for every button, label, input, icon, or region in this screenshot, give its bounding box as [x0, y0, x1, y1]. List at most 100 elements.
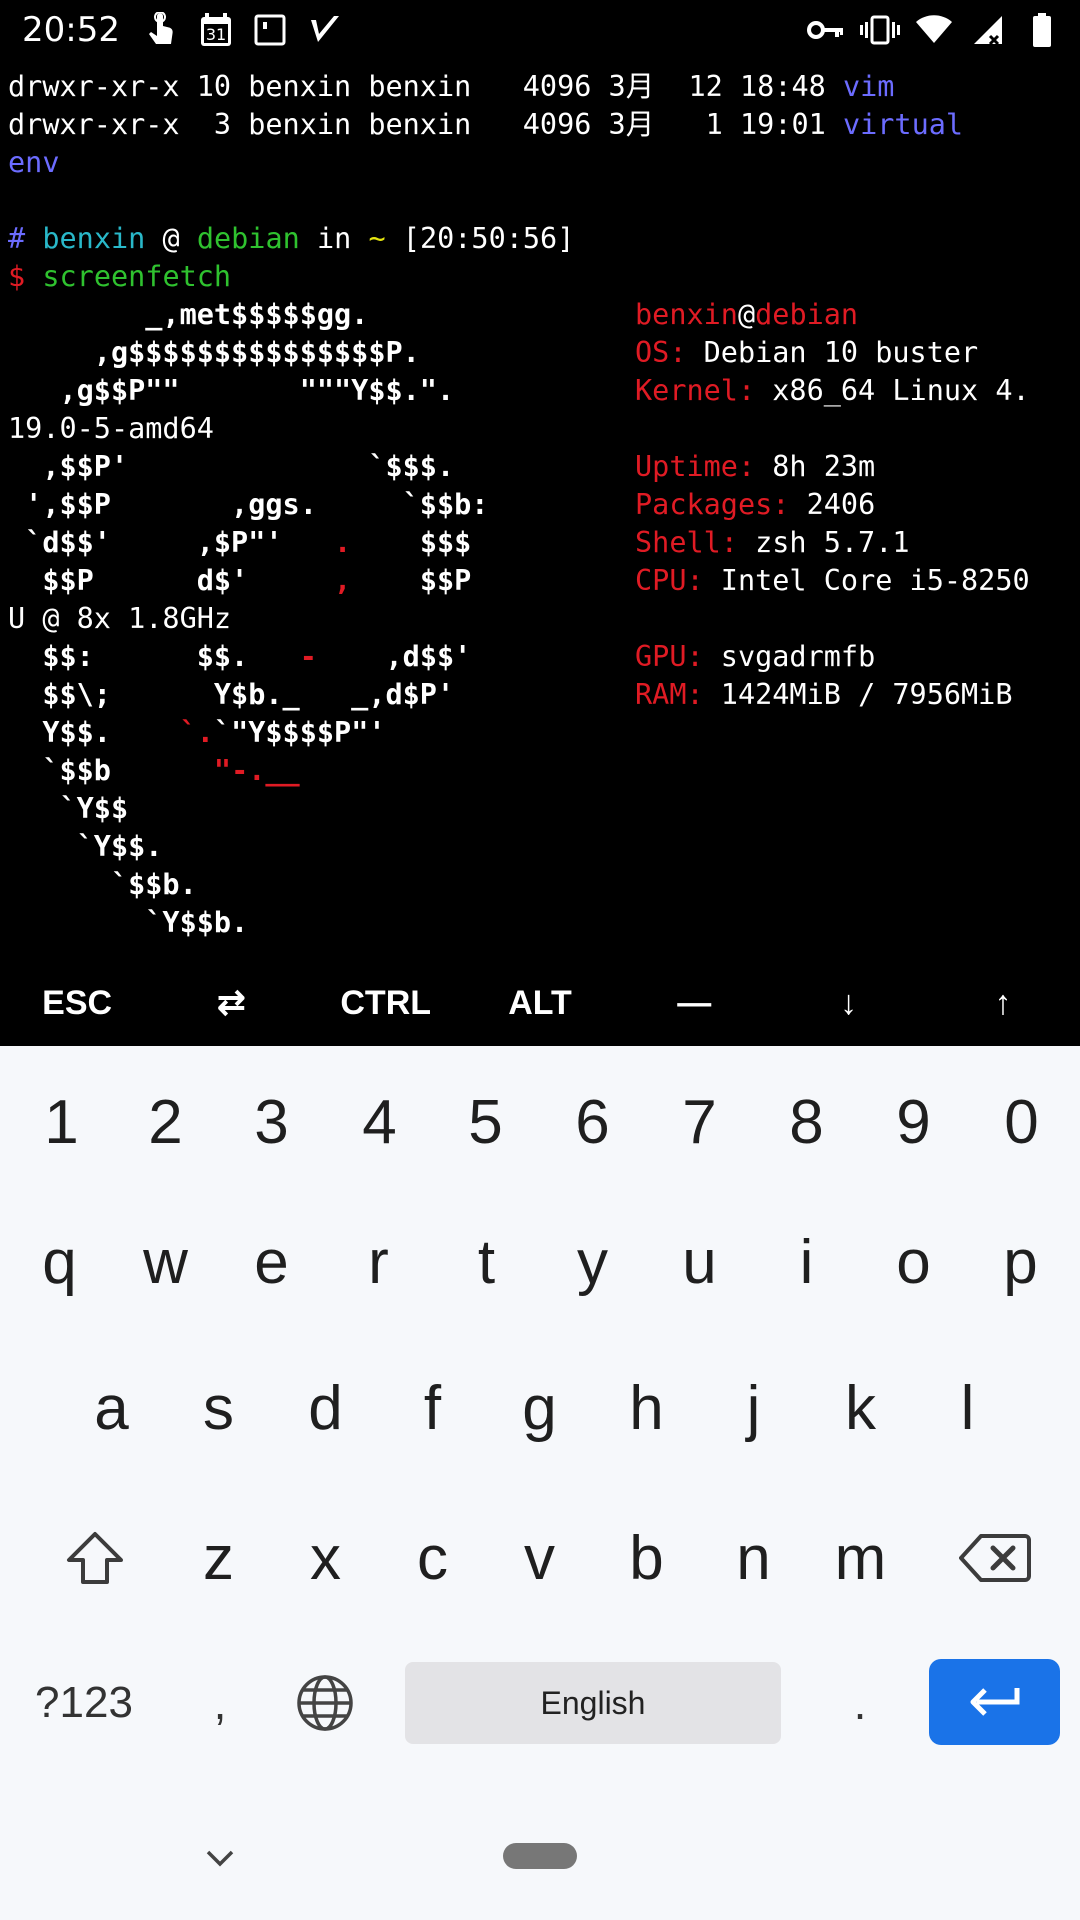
logo-line: $$\; Y$b._ _,d$P'	[8, 678, 455, 711]
status-bar: 20:52 31	[0, 0, 1080, 60]
space-bar[interactable]: English	[405, 1662, 781, 1744]
globe-icon	[297, 1675, 353, 1731]
dir-name: vim	[842, 70, 895, 103]
key-b[interactable]: b	[603, 1484, 690, 1632]
prompt-line: # benxin @ debian in ~ [20:50:56]	[8, 222, 575, 255]
notification-icons: 31	[142, 10, 344, 50]
calendar-day: 31	[206, 25, 226, 44]
ctrl-key[interactable]: CTRL	[309, 960, 463, 1046]
logo-line: ',$$P ,ggs. `$$b:	[8, 488, 489, 521]
key-m[interactable]: m	[817, 1484, 904, 1632]
logo-line: `$$b.	[8, 868, 197, 901]
signal-icon	[968, 10, 1008, 50]
key-u[interactable]: u	[656, 1188, 743, 1336]
key-y[interactable]: y	[549, 1188, 636, 1336]
key-w[interactable]: w	[122, 1188, 209, 1336]
key-h[interactable]: h	[603, 1334, 690, 1482]
period-key[interactable]: .	[820, 1662, 900, 1744]
home-gesture-handle[interactable]	[503, 1843, 577, 1869]
logo-line: `Y$$	[8, 792, 129, 825]
letter-row-2: a s d f g h j k l	[0, 1334, 1080, 1482]
tab-key[interactable]: ⇄	[154, 960, 308, 1046]
symbols-key[interactable]: ?123	[24, 1662, 144, 1744]
info-ram: RAM: 1424MiB / 7956MiB	[635, 678, 1013, 711]
key-k[interactable]: k	[817, 1334, 904, 1482]
logo-line: $$: $$. - ,d$$'	[8, 640, 472, 673]
battery-icon	[1022, 10, 1062, 50]
key-v[interactable]: v	[496, 1484, 583, 1632]
logo-line: `$$b "-.__	[8, 754, 300, 787]
info-cpu: CPU: Intel Core i5-8250	[635, 564, 1030, 597]
key-j[interactable]: j	[710, 1334, 797, 1482]
key-o[interactable]: o	[870, 1188, 957, 1336]
key-i[interactable]: i	[763, 1188, 850, 1336]
calendar-icon: 31	[196, 10, 236, 50]
key-q[interactable]: q	[16, 1188, 103, 1336]
key-0[interactable]: 0	[978, 1048, 1065, 1196]
key-9[interactable]: 9	[870, 1048, 957, 1196]
enter-key[interactable]	[929, 1659, 1060, 1745]
logo-line: `Y$$.	[8, 830, 163, 863]
key-n[interactable]: n	[710, 1484, 797, 1632]
backspace-key[interactable]	[940, 1484, 1050, 1632]
alt-key[interactable]: ALT	[463, 960, 617, 1046]
vibrate-icon	[860, 10, 900, 50]
logo-line: `d$$' ,$P"' . $$$	[8, 526, 472, 559]
key-l[interactable]: l	[924, 1334, 1011, 1482]
prompt-host: debian	[196, 222, 300, 255]
esc-key[interactable]: ESC	[0, 960, 154, 1046]
key-x[interactable]: x	[282, 1484, 369, 1632]
key-g[interactable]: g	[496, 1334, 583, 1482]
key-d[interactable]: d	[282, 1334, 369, 1482]
logo-line: $$P d$' , $$P	[8, 564, 472, 597]
key-8[interactable]: 8	[763, 1048, 850, 1196]
arrow-down-key[interactable]: ↓	[771, 960, 925, 1046]
kernel-wrap-line: 19.0-5-amd64	[8, 412, 214, 445]
key-3[interactable]: 3	[228, 1048, 315, 1196]
command-text: screenfetch	[42, 260, 232, 293]
key-6[interactable]: 6	[549, 1048, 636, 1196]
app-square-icon	[250, 10, 290, 50]
key-r[interactable]: r	[335, 1188, 422, 1336]
system-icons	[806, 10, 1062, 50]
logo-line: ,g$$P"" """Y$$.".	[8, 374, 455, 407]
language-key[interactable]	[290, 1662, 360, 1744]
key-4[interactable]: 4	[336, 1048, 423, 1196]
key-p[interactable]: p	[977, 1188, 1064, 1336]
key-e[interactable]: e	[228, 1188, 315, 1336]
wifi-icon	[914, 10, 954, 50]
letter-row-3: z x c v b n m	[0, 1484, 1080, 1632]
extra-keys-row: ESC ⇄ CTRL ALT — ↓ ↑	[0, 960, 1080, 1046]
key-a[interactable]: a	[68, 1334, 155, 1482]
terminal-output[interactable]: drwxr-xr-x 10 benxin benxin 4096 3月 12 1…	[0, 68, 1080, 952]
key-z[interactable]: z	[175, 1484, 262, 1632]
logo-line: `Y$$b.	[8, 906, 249, 939]
shift-key[interactable]	[40, 1484, 150, 1632]
shift-icon	[67, 1532, 123, 1584]
command-line: $ screenfetch	[8, 260, 232, 293]
key-5[interactable]: 5	[442, 1048, 529, 1196]
info-gpu: GPU: svgadrmfb	[635, 640, 876, 673]
arrow-up-key[interactable]: ↑	[926, 960, 1080, 1046]
dir-name: virtual	[842, 108, 964, 141]
ls-line-vim: drwxr-xr-x 10 benxin benxin 4096 3月 12 1…	[8, 70, 895, 103]
prompt-user: benxin	[42, 222, 146, 255]
ls-line-virtualenv: drwxr-xr-x 3 benxin benxin 4096 3月 1 19:…	[8, 108, 964, 141]
cpu-wrap-line: U @ 8x 1.8GHz	[8, 602, 232, 635]
dash-key[interactable]: —	[617, 960, 771, 1046]
key-2[interactable]: 2	[122, 1048, 209, 1196]
key-f[interactable]: f	[389, 1334, 476, 1482]
key-c[interactable]: c	[389, 1484, 476, 1632]
ls-line-wrap: env	[8, 146, 60, 179]
logo-line: Y$$. `.`"Y$$$$P"'	[8, 716, 386, 749]
hide-keyboard-button[interactable]	[200, 1838, 240, 1878]
key-s[interactable]: s	[175, 1334, 262, 1482]
key-t[interactable]: t	[443, 1188, 530, 1336]
number-row: 1 2 3 4 5 6 7 8 9 0	[0, 1048, 1080, 1196]
touch-icon	[142, 10, 182, 50]
key-1[interactable]: 1	[18, 1048, 105, 1196]
comma-key[interactable]: ,	[180, 1662, 260, 1744]
key-7[interactable]: 7	[656, 1048, 743, 1196]
enter-icon	[970, 1688, 1019, 1716]
backspace-icon	[959, 1534, 1031, 1582]
